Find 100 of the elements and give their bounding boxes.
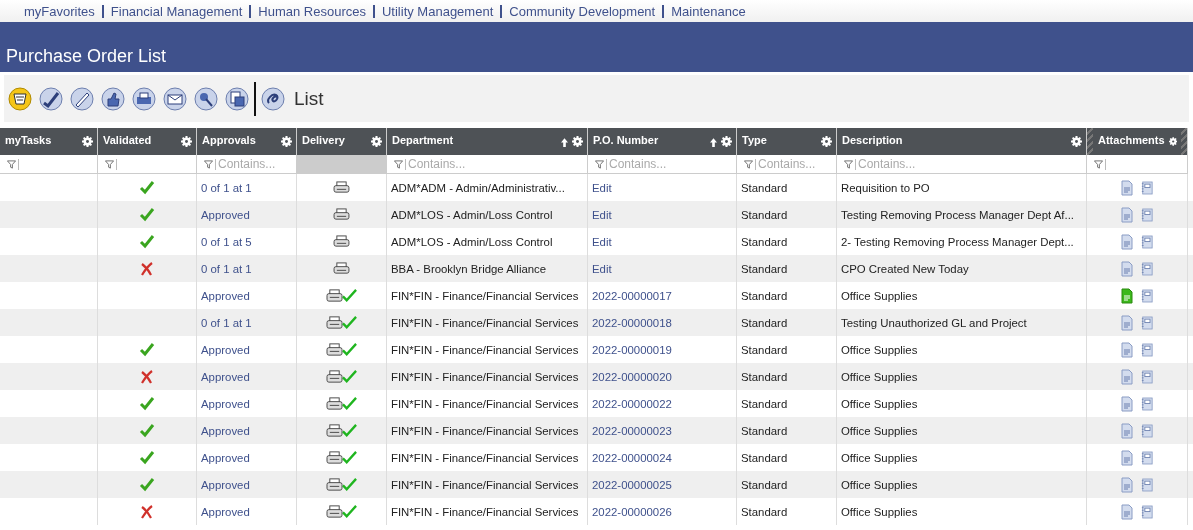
settings-icon[interactable]: [572, 136, 583, 147]
pencil-icon[interactable]: [70, 86, 94, 111]
notebook-icon[interactable]: [1141, 206, 1153, 223]
nav-link[interactable]: myFavorites: [24, 4, 102, 18]
approval-status-link[interactable]: 0 of 1 at 1: [201, 181, 252, 194]
table-row[interactable]: Approved FIN*FIN - Finance/Financial Services 2022-00000023 Standard Office Supplies: [0, 417, 1193, 444]
approval-status-link[interactable]: Approved: [201, 424, 250, 437]
list-icon[interactable]: [8, 86, 32, 111]
po-number-link[interactable]: 2022-00000022: [592, 397, 672, 410]
column-header[interactable]: Approvals: [197, 128, 297, 155]
settings-icon[interactable]: [82, 136, 93, 147]
table-cell: Testing Unauthorized GL and Project: [841, 316, 1027, 329]
printer-check-icon[interactable]: [325, 288, 358, 303]
settings-icon[interactable]: [181, 136, 192, 147]
notebook-icon[interactable]: [1141, 368, 1153, 385]
nav-link[interactable]: Human Resources: [249, 4, 373, 18]
notebook-icon[interactable]: [1141, 449, 1153, 466]
table-cell: FIN*FIN - Finance/Financial Services: [391, 343, 579, 356]
po-number-link[interactable]: 2022-00000020: [592, 370, 672, 383]
table-cell: FIN*FIN - Finance/Financial Services: [391, 370, 579, 383]
settings-icon[interactable]: [371, 136, 382, 147]
approval-status-link[interactable]: Approved: [201, 397, 250, 410]
printer-check-icon[interactable]: [325, 315, 358, 330]
notebook-icon[interactable]: [1141, 179, 1153, 196]
printer-icon[interactable]: [333, 235, 350, 248]
po-number-link[interactable]: Edit: [592, 208, 612, 221]
po-number-link[interactable]: Edit: [592, 235, 612, 248]
printer-icon[interactable]: [333, 208, 350, 221]
document-icon[interactable]: [1121, 287, 1133, 304]
notebook-icon[interactable]: [1141, 503, 1153, 520]
approval-status-link[interactable]: 0 of 1 at 1: [201, 262, 252, 275]
column-header[interactable]: Delivery: [297, 128, 387, 155]
column-header[interactable]: myTasks: [0, 128, 98, 155]
envelope-icon[interactable]: [163, 86, 187, 111]
notebook-icon[interactable]: [1141, 260, 1153, 277]
documents-icon[interactable]: [225, 86, 249, 111]
printer-check-icon[interactable]: [325, 342, 358, 357]
approval-status-link[interactable]: Approved: [201, 289, 250, 302]
printer-icon[interactable]: [333, 181, 350, 194]
settings-icon[interactable]: [1071, 136, 1082, 147]
table-row[interactable]: Approved FIN*FIN - Finance/Financial Services 2022-00000020 Standard Office Supplies: [0, 363, 1193, 390]
printer-check-icon[interactable]: [325, 450, 358, 465]
approval-status-link[interactable]: 0 of 1 at 5: [201, 235, 252, 248]
settings-icon[interactable]: [1168, 136, 1177, 147]
column-header[interactable]: Attachments: [1087, 128, 1188, 155]
approval-status-link[interactable]: Approved: [201, 505, 250, 518]
nav-link[interactable]: Community Development: [500, 4, 663, 18]
nav-link[interactable]: Maintenance: [662, 4, 753, 18]
thumbs-up-icon[interactable]: [101, 86, 125, 111]
po-number-link[interactable]: 2022-00000025: [592, 478, 672, 491]
po-number-link[interactable]: 2022-00000019: [592, 343, 672, 356]
approval-status-link[interactable]: Approved: [201, 451, 250, 464]
table-cell: Office Supplies: [841, 424, 918, 437]
table-cell: Standard: [741, 397, 788, 410]
table-cell: Office Supplies: [841, 478, 918, 491]
printer-check-icon[interactable]: [325, 369, 358, 384]
table-row[interactable]: Approved ADM*LOS - Admin/Loss Control Edit Standard Testing Removing Process Manager Dept Af...: [0, 201, 1193, 228]
column-header[interactable]: Department: [387, 128, 588, 155]
po-number-link[interactable]: 2022-00000018: [592, 316, 672, 329]
approval-status-link[interactable]: 0 of 1 at 1: [201, 316, 252, 329]
column-header[interactable]: P.O. Number: [588, 128, 737, 155]
column-header[interactable]: Type: [737, 128, 837, 155]
settings-icon[interactable]: [281, 136, 292, 147]
nav-link[interactable]: Financial Management: [101, 4, 250, 18]
check-icon[interactable]: [39, 86, 63, 111]
column-header[interactable]: Validated: [98, 128, 197, 155]
printer-check-icon[interactable]: [325, 477, 358, 492]
approval-status-link[interactable]: Approved: [201, 343, 250, 356]
printer-check-icon[interactable]: [325, 396, 358, 411]
po-number-link[interactable]: 2022-00000017: [592, 289, 672, 302]
table-cell: FIN*FIN - Finance/Financial Services: [391, 478, 579, 491]
table-row[interactable]: Approved FIN*FIN - Finance/Financial Services 2022-00000025 Standard Office Supplies: [0, 471, 1193, 498]
notebook-icon[interactable]: [1141, 287, 1153, 304]
table-cell: Office Supplies: [841, 289, 918, 302]
table-row[interactable]: 0 of 1 at 1 BBA - Brooklyn Bridge Alliance Edit Standard CPO Created New Today: [0, 255, 1193, 282]
filter-icon: [1094, 159, 1103, 169]
po-number-link[interactable]: Edit: [592, 181, 612, 194]
printer-check-icon[interactable]: [325, 504, 358, 519]
notebook-icon[interactable]: [1141, 395, 1153, 412]
printer-icon[interactable]: [333, 262, 350, 275]
po-number-link[interactable]: 2022-00000024: [592, 451, 672, 464]
column-header[interactable]: Description: [837, 128, 1087, 155]
approval-status-link[interactable]: Approved: [201, 370, 250, 383]
notebook-icon[interactable]: [1141, 422, 1153, 439]
notebook-icon[interactable]: [1141, 314, 1153, 331]
notebook-icon[interactable]: [1141, 233, 1153, 250]
notebook-icon[interactable]: [1141, 476, 1153, 493]
po-number-link[interactable]: 2022-00000026: [592, 505, 672, 518]
notebook-icon[interactable]: [1141, 341, 1153, 358]
approval-status-link[interactable]: Approved: [201, 208, 250, 221]
printer-icon[interactable]: [132, 86, 156, 111]
nav-link[interactable]: Utility Management: [373, 4, 501, 18]
po-number-link[interactable]: Edit: [592, 262, 612, 275]
settings-icon[interactable]: [721, 136, 732, 147]
settings-icon[interactable]: [821, 136, 832, 147]
table-cell: Office Supplies: [841, 343, 918, 356]
table-row[interactable]: 0 of 1 at 1 FIN*FIN - Finance/Financial Services 2022-00000018 Standard Testing Unauthorized GL and Project: [0, 309, 1193, 336]
printer-check-icon[interactable]: [325, 423, 358, 438]
approval-status-link[interactable]: Approved: [201, 478, 250, 491]
po-number-link[interactable]: 2022-00000023: [592, 424, 672, 437]
